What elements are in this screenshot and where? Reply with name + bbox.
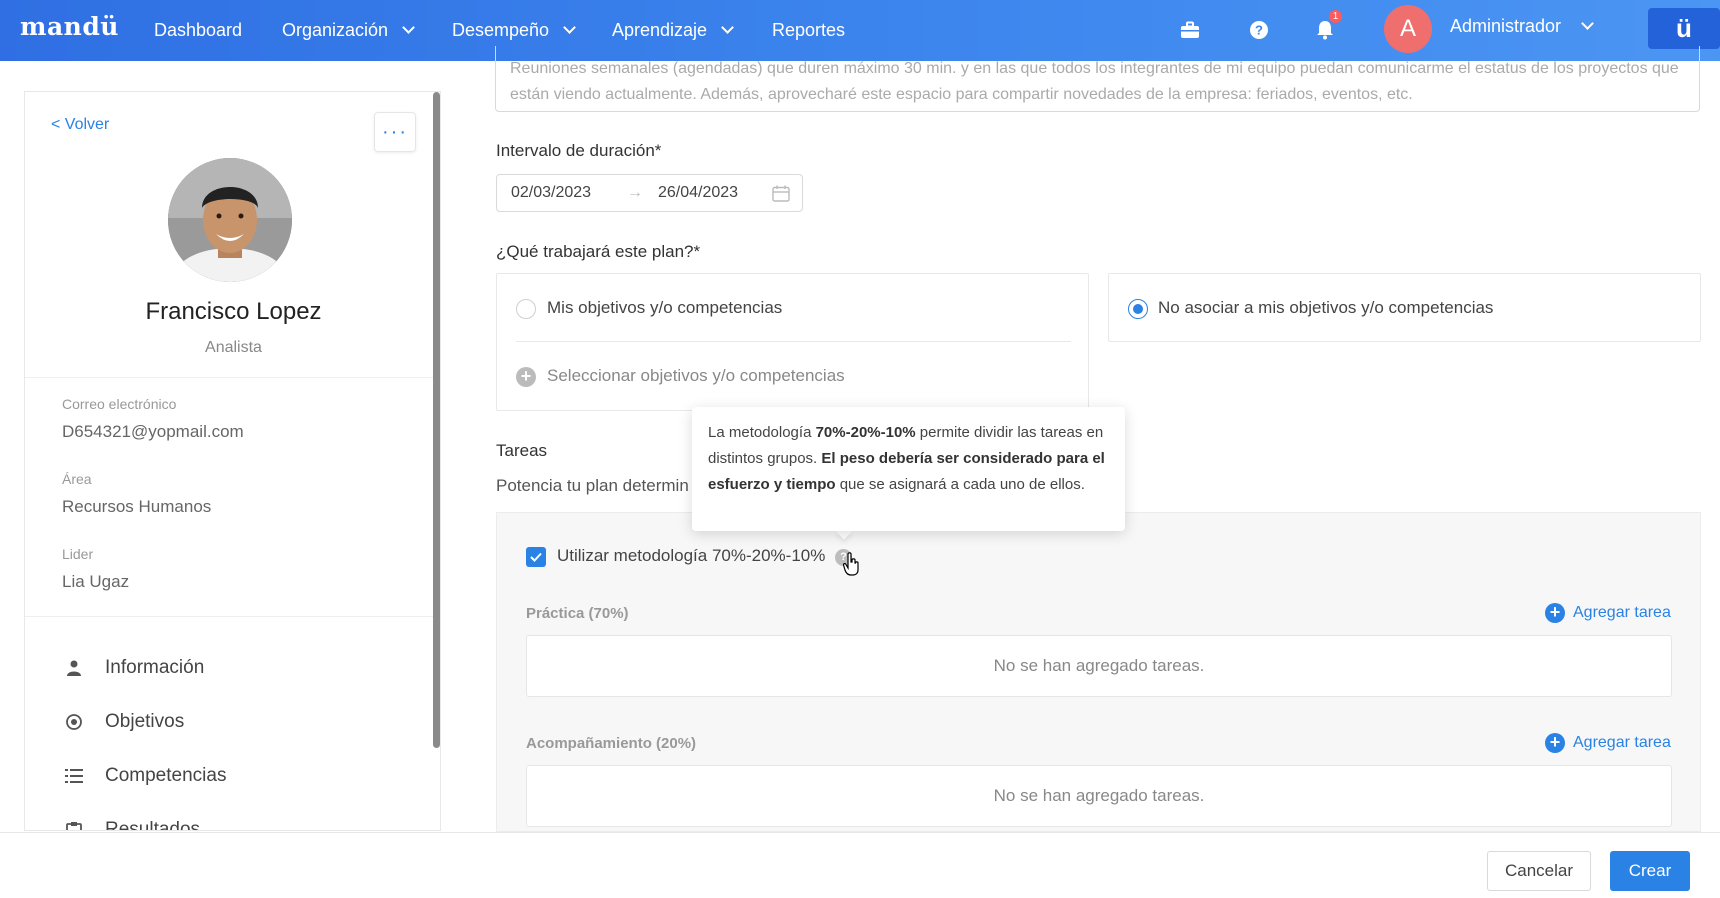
group-label-acompanamiento: Acompañamiento (20%) — [526, 735, 697, 752]
option-mine-label[interactable]: Mis objetivos y/o competencias — [547, 298, 782, 318]
nav-dashboard[interactable]: Dashboard — [154, 0, 242, 61]
nav-desempeno-label: Desempeño — [452, 20, 550, 40]
menu-item-label: Resultados — [105, 819, 201, 831]
person-role: Analista — [205, 339, 262, 356]
menu-item-resultados[interactable]: Resultados — [65, 819, 201, 831]
plus-icon: + — [1545, 603, 1565, 623]
add-task-button[interactable]: + Agregar tarea — [1545, 603, 1671, 623]
tooltip-text: que se asignará a cada uno de ellos. — [835, 476, 1085, 493]
chevron-down-icon — [402, 21, 415, 34]
menu-item-label: Información — [105, 657, 205, 678]
divider — [516, 341, 1071, 342]
chevron-down-icon — [563, 21, 576, 34]
tasks-label: Tareas — [496, 441, 548, 460]
app-logo[interactable]: mandü — [20, 12, 119, 41]
briefcase-icon[interactable] — [1176, 16, 1204, 44]
back-link[interactable]: < Volver — [51, 116, 109, 134]
menu-item-label: Competencias — [105, 765, 227, 786]
bell-icon[interactable]: 1 — [1311, 10, 1342, 44]
area-value: Recursos Humanos — [62, 497, 212, 516]
profile-photo — [168, 158, 292, 282]
list-icon — [65, 767, 83, 785]
person-name: Francisco Lopez — [145, 298, 322, 325]
empty-tasks-box: No se han agregado tareas. — [526, 765, 1672, 827]
option-card-mine: Mis objetivos y/o competencias + Selecci… — [496, 273, 1089, 411]
user-name: Administrador — [1450, 15, 1562, 36]
calendar-icon[interactable] — [772, 185, 790, 207]
chevron-down-icon — [721, 21, 734, 34]
hand-cursor-icon — [842, 552, 861, 581]
more-options-button[interactable]: ··· — [374, 112, 416, 152]
tasks-description: Potencia tu plan determin — [496, 476, 689, 495]
nav-organizacion-label: Organización — [282, 20, 389, 40]
panel-scrollbar[interactable] — [433, 92, 440, 748]
clipboard-icon — [65, 821, 83, 830]
plan-label: ¿Qué trabajará este plan?* — [496, 242, 701, 261]
cancel-button[interactable]: Cancelar — [1487, 851, 1591, 891]
tooltip-bold: 70%-20%-10% — [815, 424, 916, 441]
date-end-input[interactable]: 26/04/2023 — [658, 184, 738, 202]
methodology-tooltip: La metodología 70%-20%-10% permite divid… — [692, 407, 1125, 531]
email-label: Correo electrónico — [62, 396, 177, 412]
nav-dashboard-label: Dashboard — [154, 20, 243, 40]
target-icon — [65, 713, 83, 731]
user-icon — [65, 659, 83, 677]
group-label-practica: Práctica (70%) — [526, 605, 629, 622]
radio-mine[interactable] — [516, 299, 536, 319]
menu-item-informacion[interactable]: Información — [65, 657, 204, 679]
area-label: Área — [62, 471, 92, 487]
help-icon[interactable]: ? — [1245, 16, 1273, 44]
user-menu[interactable]: Administrador — [1450, 0, 1594, 52]
footer-bar: Cancelar Crear — [0, 832, 1720, 898]
leader-value: Lia Ugaz — [62, 572, 130, 591]
nav-organizacion[interactable]: Organización — [282, 0, 415, 61]
plus-icon: + — [1545, 733, 1565, 753]
duration-label: Intervalo de duración* — [496, 141, 662, 160]
app-switch-button[interactable]: ü — [1648, 8, 1720, 49]
menu-item-objetivos[interactable]: Objetivos — [65, 711, 184, 733]
menu-item-label: Objetivos — [105, 711, 185, 732]
profile-panel: < Volver ··· Francisco Lopez Analista Co… — [24, 91, 441, 831]
tasks-panel: Utilizar metodología 70%-20%-10% ? Práct… — [496, 512, 1701, 832]
empty-tasks-box: No se han agregado tareas. — [526, 635, 1672, 697]
plus-icon[interactable]: + — [516, 367, 536, 387]
add-task-label: Agregar tarea — [1573, 734, 1671, 751]
option-none-label[interactable]: No asociar a mis objetivos y/o competenc… — [1158, 298, 1493, 318]
methodology-label[interactable]: Utilizar metodología 70%-20%-10% — [557, 546, 825, 566]
add-task-button[interactable]: + Agregar tarea — [1545, 733, 1671, 753]
menu-item-competencias[interactable]: Competencias — [65, 765, 226, 787]
date-range-picker[interactable]: 02/03/2023 → 26/04/2023 — [496, 174, 803, 212]
nav-reportes-label: Reportes — [772, 20, 846, 40]
divider — [25, 377, 440, 378]
chevron-down-icon — [1581, 16, 1594, 30]
notification-badge: 1 — [1329, 10, 1342, 23]
create-button[interactable]: Crear — [1610, 851, 1690, 891]
methodology-checkbox[interactable] — [526, 547, 546, 567]
add-task-label: Agregar tarea — [1573, 604, 1671, 621]
nav-aprendizaje-label: Aprendizaje — [612, 20, 708, 40]
select-objectives-link[interactable]: Seleccionar objetivos y/o competencias — [547, 366, 845, 386]
email-value: D654321@yopmail.com — [62, 422, 244, 441]
description-textarea[interactable]: Reuniones semanales (agendadas) que dure… — [495, 46, 1700, 112]
svg-text:?: ? — [1255, 23, 1263, 38]
divider — [25, 616, 440, 617]
date-start-input[interactable]: 02/03/2023 — [511, 184, 591, 202]
option-card-none: No asociar a mis objetivos y/o competenc… — [1108, 273, 1701, 342]
tooltip-text: La metodología — [708, 424, 816, 441]
radio-none[interactable] — [1128, 299, 1148, 319]
leader-label: Lider — [62, 546, 94, 562]
arrow-right-icon: → — [627, 184, 643, 201]
